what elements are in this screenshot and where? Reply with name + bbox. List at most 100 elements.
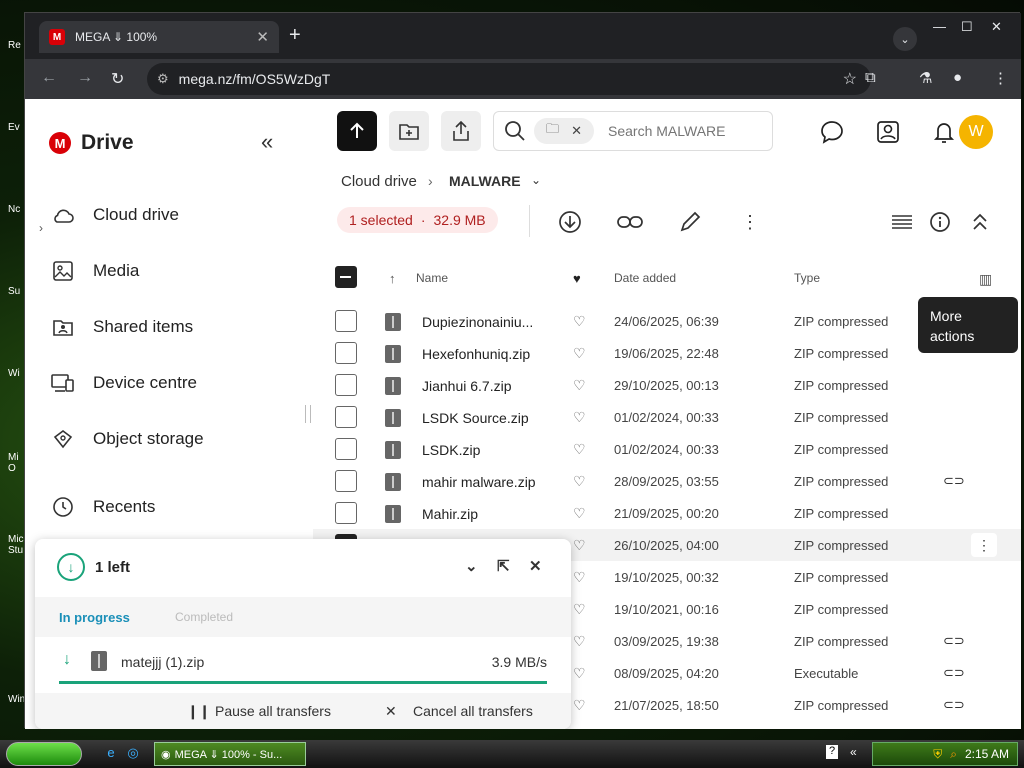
sidebar-item-cloud-drive[interactable]: Cloud drive xyxy=(51,203,179,227)
table-row[interactable]: Dupiezinonainiu... ♡ 24/06/2025, 06:39 Z… xyxy=(313,305,1021,337)
labs-icon[interactable]: ⚗ xyxy=(919,69,932,87)
favourite-heart-icon[interactable]: ♡ xyxy=(573,601,586,618)
minimize-icon[interactable]: — xyxy=(933,19,946,34)
favourite-heart-icon[interactable]: ♡ xyxy=(573,409,586,426)
folder-filter-chip[interactable]: 🗀 ✕ xyxy=(534,118,594,144)
select-all-checkbox[interactable] xyxy=(335,266,357,288)
more-actions-icon[interactable]: ⋮ xyxy=(737,209,763,235)
chevron-down-icon[interactable]: ⌄ xyxy=(531,173,541,187)
favourite-heart-icon[interactable]: ♡ xyxy=(573,377,586,394)
close-tab-icon[interactable]: ✕ xyxy=(256,28,269,46)
sort-arrow-up-icon[interactable]: ↑ xyxy=(389,271,396,286)
browser-tab[interactable]: M MEGA ⇓ 100% ✕ xyxy=(39,21,279,53)
collapse-up-icon[interactable] xyxy=(967,209,993,235)
help-icon[interactable]: ? xyxy=(826,745,838,759)
favourite-heart-icon[interactable]: ♡ xyxy=(573,505,586,522)
table-row[interactable]: LSDK Source.zip ♡ 01/02/2024, 00:33 ZIP … xyxy=(313,401,1021,433)
table-row[interactable]: Mahir.zip ♡ 21/09/2025, 00:20 ZIP compre… xyxy=(313,497,1021,529)
profile-icon[interactable]: ● xyxy=(953,69,962,86)
favourite-heart-icon[interactable]: ♡ xyxy=(573,313,586,330)
favourite-heart-icon[interactable]: ♡ xyxy=(573,665,586,682)
chevron-down-icon[interactable]: ⌄ xyxy=(465,557,478,575)
table-row[interactable]: Hexefonhuniq.zip ♡ 19/06/2025, 22:48 ZIP… xyxy=(313,337,1021,369)
breadcrumb-current[interactable]: MALWARE xyxy=(449,173,521,189)
column-header-name[interactable]: Name xyxy=(416,271,448,285)
taskbar-task-browser[interactable]: ◉ MEGA ⇓ 100% - Su... xyxy=(154,742,306,766)
shared-link-icon[interactable]: ⊂⊃ xyxy=(943,633,965,649)
file-name[interactable]: Dupiezinonainiu... xyxy=(422,314,533,330)
upload-button[interactable] xyxy=(337,111,377,151)
favourite-column-heart-icon[interactable]: ♥ xyxy=(573,271,581,286)
list-view-icon[interactable] xyxy=(889,209,915,235)
cancel-icon[interactable]: ✕ xyxy=(385,703,397,720)
info-icon[interactable] xyxy=(927,209,953,235)
browser-icon[interactable]: ◎ xyxy=(124,745,142,763)
tab-completed[interactable]: Completed xyxy=(175,610,233,624)
row-checkbox[interactable] xyxy=(335,502,357,524)
shared-link-icon[interactable]: ⊂⊃ xyxy=(943,473,965,489)
desktop-label[interactable]: Wi xyxy=(8,368,20,379)
file-name[interactable]: Jianhui 6.7.zip xyxy=(422,378,512,394)
table-row[interactable]: LSDK.zip ♡ 01/02/2024, 00:33 ZIP compres… xyxy=(313,433,1021,465)
row-checkbox[interactable] xyxy=(335,310,357,332)
desktop-label[interactable]: Nc xyxy=(8,204,20,215)
file-name[interactable]: Hexefonhuniq.zip xyxy=(422,346,530,362)
back-icon[interactable]: ← xyxy=(41,69,57,87)
new-folder-button[interactable] xyxy=(389,111,429,151)
favourite-heart-icon[interactable]: ♡ xyxy=(573,633,586,650)
search-input[interactable] xyxy=(608,123,758,139)
maximize-icon[interactable]: ☐ xyxy=(961,19,973,35)
chevron-right-icon[interactable]: › xyxy=(39,221,43,235)
column-header-date[interactable]: Date added xyxy=(614,271,676,285)
favourite-heart-icon[interactable]: ♡ xyxy=(573,537,586,554)
row-checkbox[interactable] xyxy=(335,438,357,460)
sidebar-item-device-centre[interactable]: Device centre xyxy=(51,371,197,395)
internet-explorer-icon[interactable]: e xyxy=(102,745,120,763)
pause-all-button[interactable]: Pause all transfers xyxy=(215,703,331,719)
tray-expand-icon[interactable]: « xyxy=(850,745,857,759)
search-tray-icon[interactable]: ⌕ xyxy=(950,747,957,762)
avatar[interactable]: W xyxy=(959,115,993,149)
download-icon[interactable] xyxy=(557,209,583,235)
shared-link-icon[interactable]: ⊂⊃ xyxy=(943,665,965,681)
share-button[interactable] xyxy=(441,111,481,151)
rename-pencil-icon[interactable] xyxy=(677,209,703,235)
tab-search-icon[interactable]: ⌄ xyxy=(893,27,917,51)
file-name[interactable]: mahir malware.zip xyxy=(422,474,536,490)
desktop-label[interactable]: Ev xyxy=(8,122,20,133)
shared-link-icon[interactable]: ⊂⊃ xyxy=(943,697,965,713)
site-info-icon[interactable]: ⚙ xyxy=(157,71,169,87)
clock[interactable]: 2:15 AM xyxy=(965,747,1009,761)
chat-icon[interactable] xyxy=(819,119,845,145)
favourite-heart-icon[interactable]: ♡ xyxy=(573,569,586,586)
favourite-heart-icon[interactable]: ♡ xyxy=(573,697,586,714)
start-button[interactable] xyxy=(6,742,82,766)
desktop-label[interactable]: Mi O xyxy=(8,452,22,474)
contacts-icon[interactable] xyxy=(875,119,901,145)
menu-dots-icon[interactable]: ⋮ xyxy=(993,69,1008,87)
forward-icon[interactable]: → xyxy=(77,69,93,87)
file-name[interactable]: LSDK Source.zip xyxy=(422,410,529,426)
notifications-bell-icon[interactable] xyxy=(931,119,957,145)
row-checkbox[interactable] xyxy=(335,470,357,492)
row-checkbox[interactable] xyxy=(335,406,357,428)
breadcrumb-root[interactable]: Cloud drive xyxy=(341,173,417,190)
favourite-heart-icon[interactable]: ♡ xyxy=(573,345,586,362)
desktop-label[interactable]: Re xyxy=(8,40,21,51)
desktop-label[interactable]: Su xyxy=(8,286,20,297)
new-tab-icon[interactable]: + xyxy=(289,25,301,45)
column-header-type[interactable]: Type xyxy=(794,271,820,285)
favourite-heart-icon[interactable]: ♡ xyxy=(573,441,586,458)
open-transfers-icon[interactable]: ⇱ xyxy=(497,557,510,575)
close-icon[interactable]: ✕ xyxy=(991,19,1002,35)
clear-filter-icon[interactable]: ✕ xyxy=(571,123,582,139)
reload-icon[interactable]: ↻ xyxy=(111,69,124,89)
sidebar-item-media[interactable]: Media xyxy=(51,259,139,283)
file-name[interactable]: LSDK.zip xyxy=(422,442,480,458)
cancel-all-button[interactable]: Cancel all transfers xyxy=(413,703,533,719)
link-icon[interactable] xyxy=(617,209,643,235)
sidebar-item-object-storage[interactable]: Object storage xyxy=(51,427,204,451)
row-checkbox[interactable] xyxy=(335,374,357,396)
row-more-icon[interactable]: ⋮ xyxy=(971,533,997,557)
sidebar-item-shared-items[interactable]: Shared items xyxy=(51,315,193,339)
